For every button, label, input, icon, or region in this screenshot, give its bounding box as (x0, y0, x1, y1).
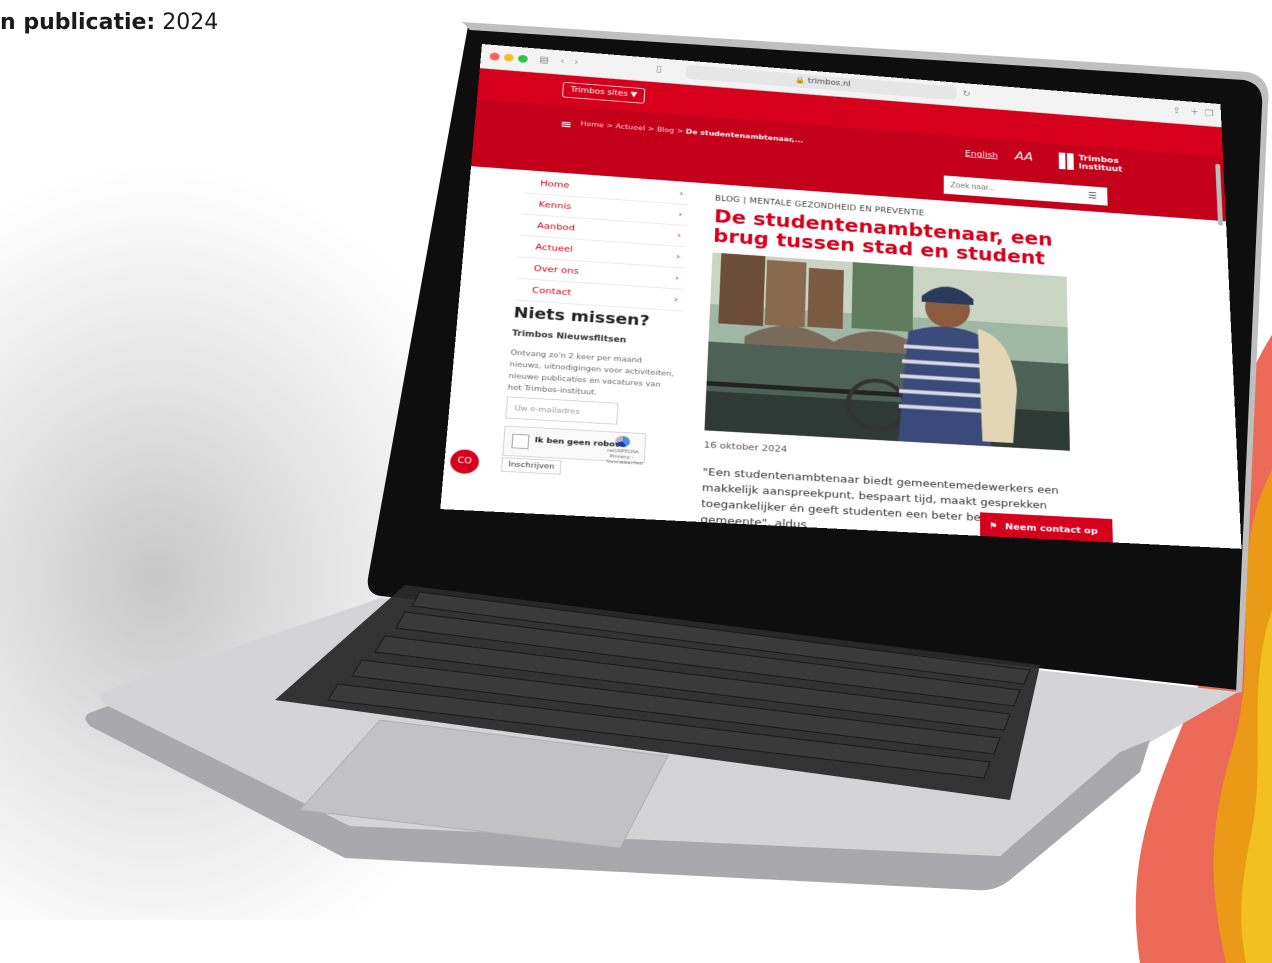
window-close-icon[interactable] (489, 52, 500, 61)
trimbos-sites-button[interactable]: Trimbos sites ▼ (562, 81, 646, 104)
back-icon[interactable]: ‹ (560, 56, 565, 66)
email-field[interactable]: Uw e-mailadres (505, 396, 619, 425)
logo-text: Trimbos instituut (1078, 153, 1123, 174)
nav-label: Kennis (538, 199, 572, 212)
chevron-right-icon: › (673, 294, 679, 305)
recaptcha-icon (614, 435, 631, 448)
nav-label: Contact (531, 285, 572, 298)
breadcrumb: Home > Actueel > Blog > De studentenambt… (580, 120, 804, 145)
share-icon[interactable]: ⇪ (1173, 105, 1181, 115)
nav-label: Aanbod (536, 220, 576, 233)
trimbos-logo[interactable]: Trimbos instituut (1058, 151, 1150, 178)
captcha-checkbox[interactable] (511, 433, 530, 450)
language-link[interactable]: English (965, 149, 998, 160)
article-hero-image (704, 252, 1070, 451)
nav-label: Actueel (535, 241, 574, 255)
side-navigation: Home › Kennis › Aanbod › Actueel › Over ons ›… (514, 172, 690, 312)
contact-button-label: Neem contact op (1004, 521, 1098, 537)
chevron-right-icon: › (679, 188, 684, 199)
menu-icon[interactable]: ≡ (560, 117, 573, 131)
chevron-down-icon: ▼ (630, 90, 638, 99)
recaptcha-links[interactable]: Privacy - Voorwaarden (606, 453, 643, 466)
cookie-consent-button[interactable]: CO (449, 448, 480, 475)
newsletter-subtitle: Trimbos Nieuwsflitsen (511, 329, 627, 345)
laptop-screen: ▤ ‹ › ▯ 🔒 trimbos.nl ↻ ⇪ + ❐ Trimbos sit… (440, 44, 1242, 549)
new-tab-icon[interactable]: + (1190, 107, 1198, 117)
tabs-overview-icon[interactable]: ❐ (1205, 108, 1214, 118)
chevron-right-icon: › (678, 209, 683, 220)
breadcrumb-actueel[interactable]: Actueel (615, 123, 645, 132)
breadcrumb-current: De studentenambtenaar,... (685, 128, 804, 145)
nav-label: Over ons (533, 263, 580, 277)
reload-icon[interactable]: ↻ (962, 88, 970, 98)
search-input[interactable] (943, 175, 1078, 204)
search-filter-button[interactable]: ☰ (1077, 185, 1108, 206)
trimbos-sites-label: Trimbos sites (570, 85, 629, 99)
recaptcha-logo: reCAPTCHA Privacy - Voorwaarden (606, 435, 643, 466)
forward-icon[interactable]: › (574, 57, 579, 67)
sidebar-icon[interactable]: ▤ (539, 54, 550, 64)
newsletter-title: Niets missen? (513, 304, 650, 330)
privacy-icon: ▯ (655, 63, 662, 74)
chevron-right-icon: › (674, 272, 680, 283)
chevron-right-icon: › (677, 230, 682, 241)
nav-label: Home (539, 178, 570, 190)
logo-mark-2 (1066, 153, 1074, 171)
subscribe-button[interactable]: Inschrijven (501, 457, 562, 475)
window-zoom-icon[interactable] (517, 54, 529, 63)
breadcrumb-blog[interactable]: Blog (657, 126, 675, 134)
logo-mark (1058, 152, 1066, 170)
breadcrumb-home[interactable]: Home (580, 121, 604, 130)
url-text: trimbos.nl (807, 77, 851, 89)
text-size-icon[interactable]: AA (1015, 149, 1033, 163)
window-minimize-icon[interactable] (503, 53, 514, 62)
filter-icon: ☰ (1087, 190, 1098, 201)
newsletter-text: Ontvang zo'n 2 keer per maand nieuws, ui… (507, 349, 674, 397)
flag-icon: ⚑ (988, 520, 998, 532)
chevron-right-icon: › (676, 251, 681, 262)
article-date: 16 oktober 2024 (703, 439, 788, 455)
